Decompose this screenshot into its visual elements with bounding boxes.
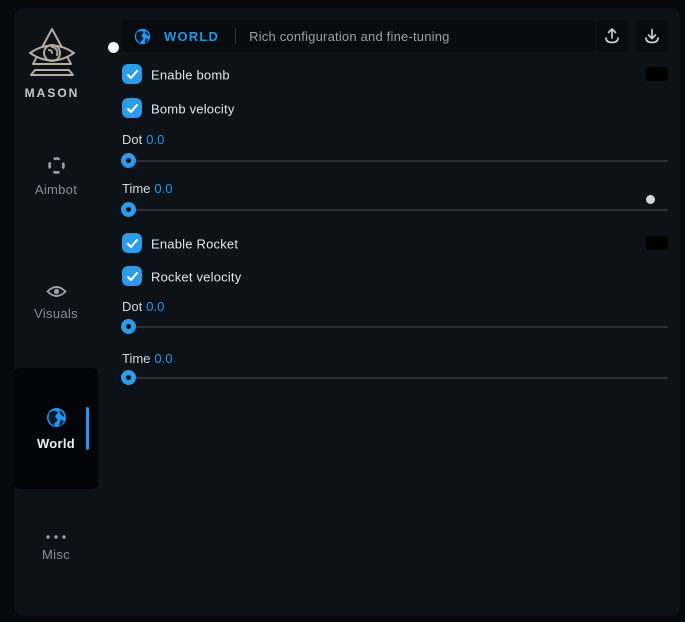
slider-thumb-dot [126, 324, 131, 329]
checkmark-icon [126, 68, 139, 81]
slider-thumb-dot [126, 375, 131, 380]
globe-icon [46, 407, 67, 428]
sidebar-item-label: World [37, 436, 75, 451]
eye-icon [46, 284, 67, 299]
checkmark-icon [126, 237, 139, 250]
sidebar-item-label: Misc [42, 547, 70, 562]
slider-thumb[interactable] [121, 153, 136, 168]
sidebar-item-label: Aimbot [35, 182, 77, 197]
rocket-time-label: Time0.0 [122, 351, 172, 367]
rocket-time-slider[interactable] [122, 370, 668, 386]
rocket-dot-slider[interactable] [122, 319, 668, 335]
enable-bomb-label: Enable bomb [151, 67, 230, 82]
rocket-velocity-row: Rocket velocity [122, 266, 668, 287]
slider-track [122, 160, 668, 162]
bomb-velocity-checkbox[interactable] [122, 98, 142, 118]
bomb-velocity-row: Bomb velocity [122, 98, 668, 119]
cursor-dot [108, 42, 119, 53]
active-tab-indicator [86, 407, 89, 450]
globe-icon [134, 28, 151, 45]
slider-thumb[interactable] [121, 319, 136, 334]
mason-eye-logo-icon [23, 26, 81, 82]
rocket-velocity-label: Rocket velocity [151, 269, 241, 284]
download-icon [643, 27, 661, 45]
enable-bomb-row: Enable bomb [122, 64, 668, 85]
bomb-time-label: Time0.0 [122, 181, 172, 197]
page-title: WORLD [164, 29, 219, 44]
ellipsis-icon [45, 534, 67, 540]
overlay-dot [646, 195, 655, 204]
upload-config-button[interactable] [596, 20, 628, 52]
sidebar-item-visuals[interactable]: Visuals [14, 284, 98, 321]
sidebar-item-aimbot[interactable]: Aimbot [14, 156, 98, 197]
sidebar-item-world[interactable]: World [14, 368, 98, 489]
download-config-button[interactable] [636, 20, 668, 52]
bomb-time-value: 0.0 [154, 181, 172, 196]
checkmark-icon [126, 102, 139, 115]
enable-rocket-label: Enable Rocket [151, 236, 238, 251]
rocket-dot-label: Dot0.0 [122, 299, 164, 315]
bomb-dot-slider[interactable] [122, 153, 668, 169]
mason-window: MASON Aimbot Visuals World [14, 8, 680, 616]
slider-thumb[interactable] [121, 370, 136, 385]
rocket-velocity-checkbox[interactable] [122, 266, 142, 286]
sidebar-item-misc[interactable]: Misc [14, 534, 98, 562]
slider-track [122, 377, 668, 379]
bomb-time-slider[interactable] [122, 202, 668, 218]
enable-rocket-checkbox[interactable] [122, 233, 142, 253]
slider-thumb[interactable] [121, 202, 136, 217]
enable-bomb-checkbox[interactable] [122, 64, 142, 84]
bomb-velocity-label: Bomb velocity [151, 101, 235, 116]
enable-rocket-row: Enable Rocket [122, 233, 668, 254]
page-subtitle: Rich configuration and fine-tuning [249, 29, 449, 44]
sidebar-item-label: Visuals [34, 306, 78, 321]
brand-name: MASON [14, 86, 90, 100]
bomb-color-swatch[interactable] [646, 67, 668, 81]
rocket-time-value: 0.0 [154, 351, 172, 366]
slider-thumb-dot [126, 158, 131, 163]
header-divider [235, 28, 236, 44]
bomb-dot-value: 0.0 [146, 132, 164, 147]
crosshair-icon [47, 156, 66, 175]
page-header: WORLD Rich configuration and fine-tuning [122, 20, 595, 52]
upload-icon [603, 27, 621, 45]
bomb-dot-label: Dot0.0 [122, 132, 164, 148]
brand-logo: MASON [14, 26, 90, 100]
rocket-dot-value: 0.0 [146, 299, 164, 314]
checkmark-icon [126, 270, 139, 283]
slider-track [122, 326, 668, 328]
slider-track [122, 209, 668, 211]
slider-thumb-dot [126, 207, 131, 212]
rocket-color-swatch[interactable] [646, 236, 668, 250]
sidebar: MASON Aimbot Visuals World [14, 8, 110, 616]
